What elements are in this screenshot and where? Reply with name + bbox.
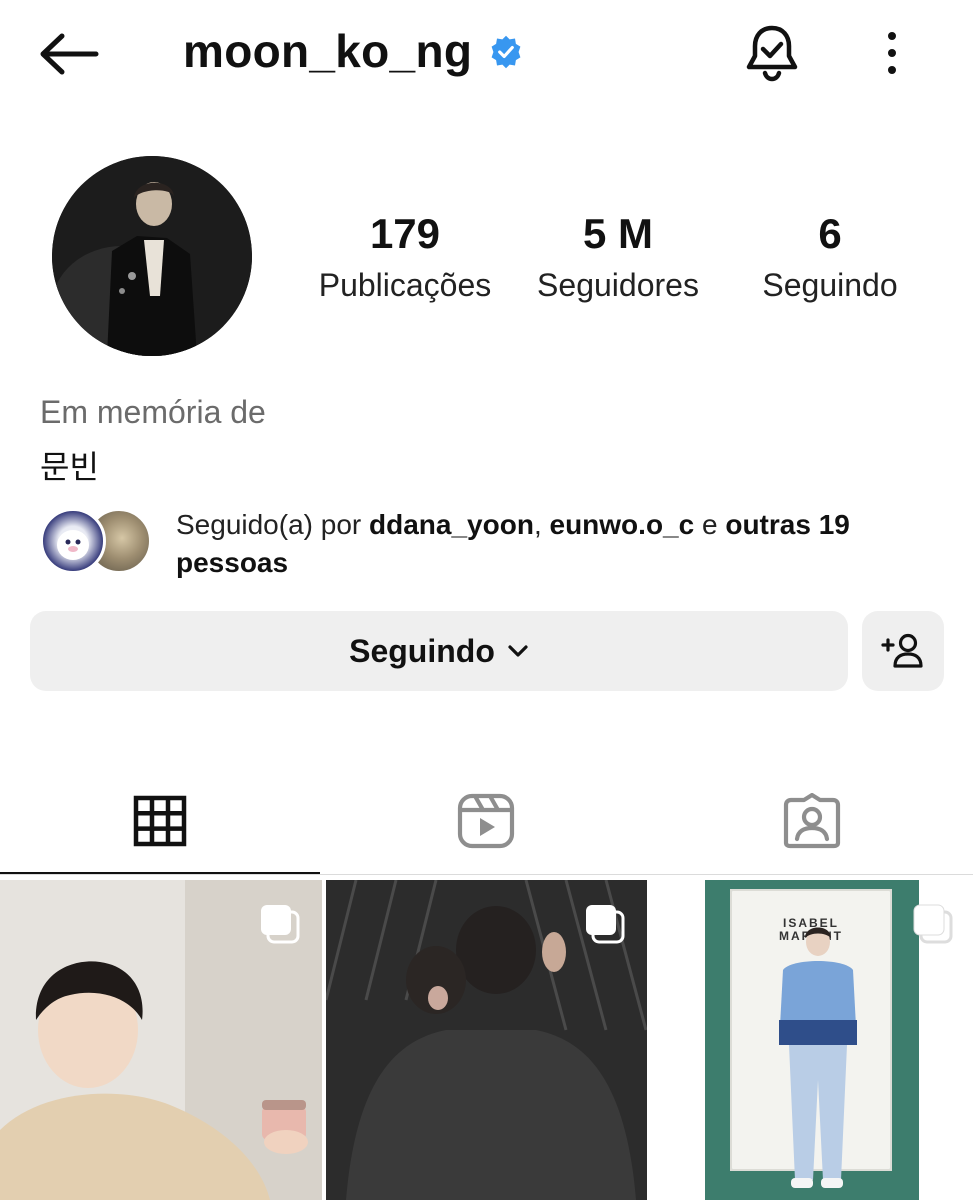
- dot-icon: [888, 32, 896, 40]
- following-button[interactable]: Seguindo: [30, 611, 848, 691]
- dot-icon: [888, 66, 896, 74]
- followed-by-prefix: Seguido(a) por: [176, 509, 370, 540]
- followed-by-conjunction: e: [694, 509, 726, 540]
- tab-reels[interactable]: [326, 766, 646, 876]
- post-thumbnail[interactable]: [0, 880, 322, 1200]
- mutual-avatar: [40, 508, 106, 574]
- followed-by-text[interactable]: Seguido(a) por ddana_yoon, eunwo.o_c e o…: [176, 506, 896, 582]
- posts-grid: ISABEL MARANT: [0, 880, 973, 1200]
- carousel-icon: [261, 905, 300, 944]
- tab-posts-grid[interactable]: [0, 766, 320, 876]
- reels-icon: [457, 793, 515, 849]
- posts-count: 179: [369, 210, 441, 257]
- grid-icon: [133, 795, 187, 847]
- svg-text:ISABEL: ISABEL: [783, 916, 839, 930]
- arrow-left-icon: [40, 33, 99, 75]
- carousel-icon: [586, 905, 625, 944]
- following-label: Seguindo: [762, 267, 898, 303]
- posts-stat[interactable]: 179 Publicações: [300, 205, 510, 307]
- mutual-followers-avatars[interactable]: [40, 508, 160, 576]
- tagged-person-icon: [783, 793, 841, 849]
- mutual-user-link[interactable]: ddana_yoon: [369, 509, 534, 540]
- back-button[interactable]: [38, 28, 104, 80]
- notifications-button[interactable]: [742, 22, 802, 84]
- profile-tabs: [0, 766, 973, 876]
- carousel-icon: [913, 904, 953, 944]
- tab-divider: [0, 874, 973, 875]
- bell-check-icon: [746, 25, 798, 82]
- post-thumbnail[interactable]: ISABEL MARANT: [651, 880, 973, 1200]
- following-stat[interactable]: 6 Seguindo: [740, 205, 920, 307]
- memorial-label: Em memória de: [40, 394, 266, 430]
- avatar-photo: [52, 156, 252, 356]
- add-person-icon: [881, 633, 923, 668]
- more-options-button[interactable]: [872, 28, 912, 78]
- mutual-user-link[interactable]: eunwo.o_c: [550, 509, 695, 540]
- followers-count: 5 M: [582, 210, 653, 257]
- profile-full-name: 문빈: [40, 448, 99, 486]
- posts-label: Publicações: [318, 267, 492, 303]
- verified-badge-icon: [491, 35, 521, 69]
- tab-tagged[interactable]: [652, 766, 972, 876]
- following-count: 6: [818, 210, 842, 257]
- suggested-users-button[interactable]: [862, 611, 944, 691]
- following-button-label: Seguindo: [349, 632, 495, 669]
- post-thumbnail[interactable]: [326, 880, 647, 1200]
- followers-label: Seguidores: [537, 267, 699, 303]
- profile-stats: 179 Publicações 5 M Seguidores 6 Seguind…: [300, 205, 920, 315]
- top-bar: moon_ko_ng: [0, 0, 973, 110]
- followed-by-separator: ,: [533, 509, 550, 540]
- profile-username: moon_ko_ng: [183, 25, 473, 77]
- profile-avatar[interactable]: [52, 156, 252, 356]
- dot-icon: [888, 49, 896, 57]
- chevron-down-icon: [508, 645, 528, 657]
- followers-stat[interactable]: 5 M Seguidores: [520, 205, 716, 307]
